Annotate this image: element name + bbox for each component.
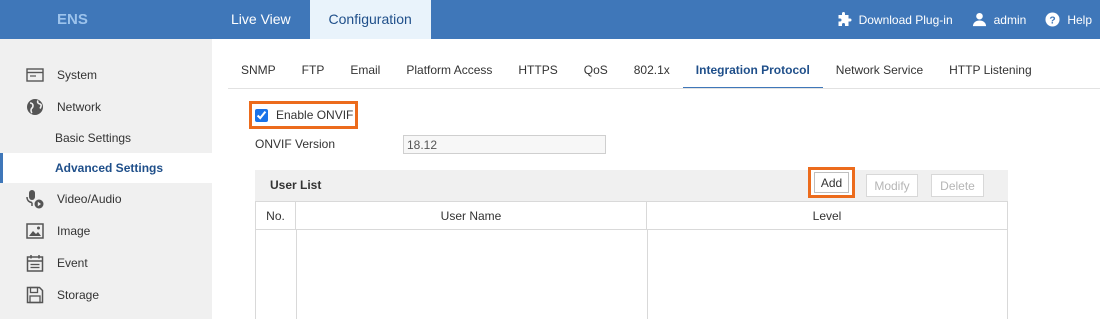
system-icon bbox=[26, 66, 44, 84]
network-subtabs: SNMP FTP Email Platform Access HTTPS QoS… bbox=[228, 51, 1045, 89]
sidebar: System Network Basic Settings Advanced S… bbox=[0, 39, 212, 319]
column-divider bbox=[647, 230, 648, 319]
delete-user-button[interactable]: Delete bbox=[931, 174, 984, 197]
sidebar-item-basic-settings[interactable]: Basic Settings bbox=[0, 123, 212, 153]
help-icon: ? bbox=[1045, 12, 1060, 27]
top-right-menu: Download Plug-in admin ? Help bbox=[836, 0, 1100, 39]
storage-icon bbox=[26, 286, 44, 304]
user-icon bbox=[972, 12, 986, 27]
tab-platform-access[interactable]: Platform Access bbox=[393, 51, 505, 89]
sidebar-item-label: Storage bbox=[57, 288, 100, 302]
sidebar-item-label: Image bbox=[57, 224, 91, 238]
top-bar: ENS Live View Configuration Download Plu… bbox=[0, 0, 1100, 39]
add-button-highlight: Add bbox=[808, 167, 855, 198]
tab-snmp[interactable]: SNMP bbox=[228, 51, 289, 89]
sidebar-item-label: Network bbox=[57, 100, 102, 114]
column-header-user-name: User Name bbox=[296, 202, 647, 230]
sidebar-item-advanced-settings[interactable]: Advanced Settings bbox=[0, 153, 212, 183]
user-list-header: User List Add Modify Delete bbox=[255, 167, 1008, 201]
enable-onvif-highlight: Enable ONVIF bbox=[249, 101, 358, 129]
tab-integration-protocol[interactable]: Integration Protocol bbox=[682, 51, 823, 89]
sidebar-item-label: Event bbox=[57, 256, 88, 270]
subtab-divider bbox=[228, 88, 1100, 89]
sidebar-item-storage[interactable]: Storage bbox=[0, 280, 212, 310]
onvif-version-label: ONVIF Version bbox=[255, 137, 336, 151]
column-header-no: No. bbox=[256, 202, 296, 230]
calendar-icon bbox=[26, 254, 44, 272]
tab-http-listening[interactable]: HTTP Listening bbox=[936, 51, 1044, 89]
enable-onvif-label: Enable ONVIF bbox=[276, 108, 354, 122]
onvif-version-field bbox=[403, 135, 606, 154]
microphone-camera-icon bbox=[26, 190, 44, 209]
user-menu[interactable]: admin bbox=[972, 12, 1027, 27]
sidebar-item-system[interactable]: System bbox=[0, 60, 212, 90]
sidebar-item-image[interactable]: Image bbox=[0, 216, 212, 246]
sidebar-item-network[interactable]: Network bbox=[0, 92, 212, 122]
enable-onvif-checkbox[interactable] bbox=[255, 108, 268, 122]
column-divider bbox=[296, 230, 297, 319]
sidebar-item-event[interactable]: Event bbox=[0, 248, 212, 278]
tab-qos[interactable]: QoS bbox=[571, 51, 621, 89]
sidebar-item-label: System bbox=[57, 68, 98, 82]
help-link[interactable]: ? Help bbox=[1045, 12, 1092, 27]
globe-icon bbox=[26, 98, 44, 116]
tab-ftp[interactable]: FTP bbox=[289, 51, 338, 89]
username-label: admin bbox=[993, 12, 1027, 27]
modify-user-button[interactable]: Modify bbox=[866, 174, 918, 197]
tab-network-service[interactable]: Network Service bbox=[823, 51, 936, 89]
image-icon bbox=[26, 222, 44, 240]
main-nav: Live View Configuration bbox=[212, 0, 431, 39]
user-list-table: No. User Name Level bbox=[255, 201, 1008, 319]
sidebar-item-label: Video/Audio bbox=[57, 192, 122, 206]
tab-8021x[interactable]: 802.1x bbox=[621, 51, 683, 89]
add-user-button[interactable]: Add bbox=[814, 172, 849, 193]
download-plugin-label: Download Plug-in bbox=[858, 12, 953, 27]
tab-live-view[interactable]: Live View bbox=[212, 0, 310, 39]
sidebar-item-video-audio[interactable]: Video/Audio bbox=[0, 184, 212, 214]
puzzle-icon bbox=[838, 11, 852, 26]
svg-text:?: ? bbox=[1050, 15, 1056, 26]
user-list-title: User List bbox=[270, 178, 322, 192]
tab-https[interactable]: HTTPS bbox=[505, 51, 570, 89]
column-header-level: Level bbox=[647, 202, 1007, 230]
tab-email[interactable]: Email bbox=[337, 51, 393, 89]
tab-configuration[interactable]: Configuration bbox=[309, 0, 431, 39]
help-label: Help bbox=[1067, 12, 1092, 27]
brand-logo: ENS bbox=[57, 11, 88, 28]
download-plugin-link[interactable]: Download Plug-in bbox=[836, 11, 953, 28]
sidebar-item-label: Advanced Settings bbox=[55, 161, 164, 175]
sidebar-item-label: Basic Settings bbox=[55, 131, 132, 145]
